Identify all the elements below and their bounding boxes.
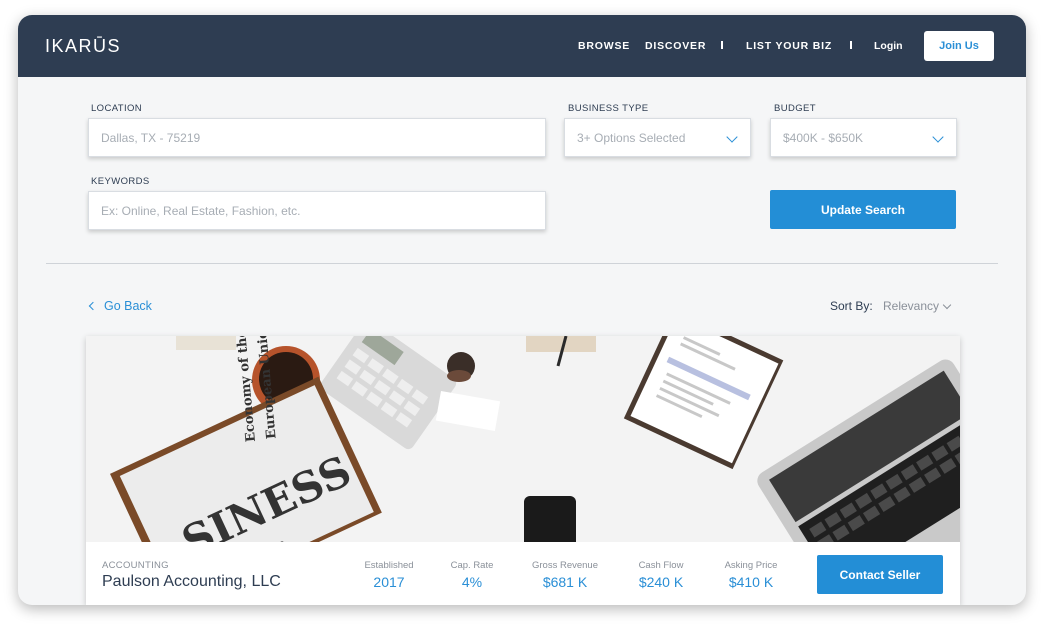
sort-by-dropdown[interactable]: Relevancy bbox=[883, 299, 939, 313]
budget-label: BUDGET bbox=[774, 103, 816, 114]
stat-value: $410 K bbox=[728, 574, 774, 590]
budget-select[interactable]: $400K - $650K bbox=[770, 118, 957, 157]
nav-discover[interactable]: DISCOVER bbox=[645, 40, 706, 52]
update-search-button[interactable]: Update Search bbox=[770, 190, 956, 229]
listing-info-bar: ACCOUNTING Paulson Accounting, LLC Estab… bbox=[86, 542, 960, 605]
stat-label: Established bbox=[364, 560, 414, 571]
nav-separator bbox=[721, 41, 723, 49]
stat-cap-rate: Cap. Rate 4% bbox=[441, 560, 503, 590]
divider bbox=[46, 263, 998, 264]
business-type-select[interactable]: 3+ Options Selected bbox=[564, 118, 751, 157]
stat-label: Cap. Rate bbox=[450, 560, 494, 571]
location-placeholder: Dallas, TX - 75219 bbox=[101, 130, 201, 145]
stat-asking-price: Asking Price $410 K bbox=[714, 560, 788, 590]
chevron-down-icon bbox=[726, 131, 738, 143]
business-type-value: 3+ Options Selected bbox=[577, 130, 686, 145]
stat-gross-revenue: Gross Revenue $681 K bbox=[525, 560, 605, 590]
stat-value: 2017 bbox=[373, 574, 405, 590]
chevron-down-icon bbox=[932, 131, 944, 143]
stat-label: Gross Revenue bbox=[531, 560, 598, 571]
chevron-down-icon[interactable] bbox=[942, 300, 952, 310]
login-link[interactable]: Login bbox=[874, 40, 903, 52]
listing-name[interactable]: Paulson Accounting, LLC bbox=[102, 573, 281, 591]
stat-value: $681 K bbox=[542, 574, 588, 590]
top-navbar: IKARŪS BROWSE DISCOVER LIST YOUR BIZ Log… bbox=[18, 15, 1026, 77]
keywords-placeholder: Ex: Online, Real Estate, Fashion, etc. bbox=[101, 203, 301, 218]
stat-value: $240 K bbox=[638, 574, 684, 590]
nav-separator bbox=[850, 41, 852, 49]
sort-by-label: Sort By: bbox=[830, 299, 873, 313]
stat-cash-flow: Cash Flow $240 K bbox=[628, 560, 694, 590]
app-window: IKARŪS BROWSE DISCOVER LIST YOUR BIZ Log… bbox=[18, 15, 1026, 605]
contact-seller-button[interactable]: Contact Seller bbox=[817, 555, 943, 594]
location-label: LOCATION bbox=[91, 103, 143, 114]
keywords-input[interactable]: Ex: Online, Real Estate, Fashion, etc. bbox=[88, 191, 546, 230]
stat-established: Established 2017 bbox=[358, 560, 420, 590]
budget-value: $400K - $650K bbox=[783, 130, 864, 145]
logo[interactable]: IKARŪS bbox=[45, 36, 121, 57]
location-input[interactable]: Dallas, TX - 75219 bbox=[88, 118, 546, 157]
go-back-link[interactable]: Go Back bbox=[88, 299, 152, 313]
listing-card[interactable]: SINESS Economy of the European Union the… bbox=[86, 336, 960, 605]
listing-category: ACCOUNTING bbox=[102, 560, 169, 571]
stat-value: 4% bbox=[461, 574, 483, 590]
nav-list-your-biz[interactable]: LIST YOUR BIZ bbox=[746, 40, 832, 52]
stat-label: Cash Flow bbox=[638, 560, 684, 571]
listing-photo: SINESS Economy of the European Union the bbox=[86, 336, 960, 542]
nav-browse[interactable]: BROWSE bbox=[578, 40, 630, 52]
stat-label: Asking Price bbox=[724, 560, 778, 571]
go-back-label: Go Back bbox=[104, 299, 152, 313]
keywords-label: KEYWORDS bbox=[91, 176, 150, 187]
business-type-label: BUSINESS TYPE bbox=[568, 103, 649, 114]
join-us-button[interactable]: Join Us bbox=[924, 31, 994, 61]
chevron-left-icon bbox=[88, 301, 98, 311]
